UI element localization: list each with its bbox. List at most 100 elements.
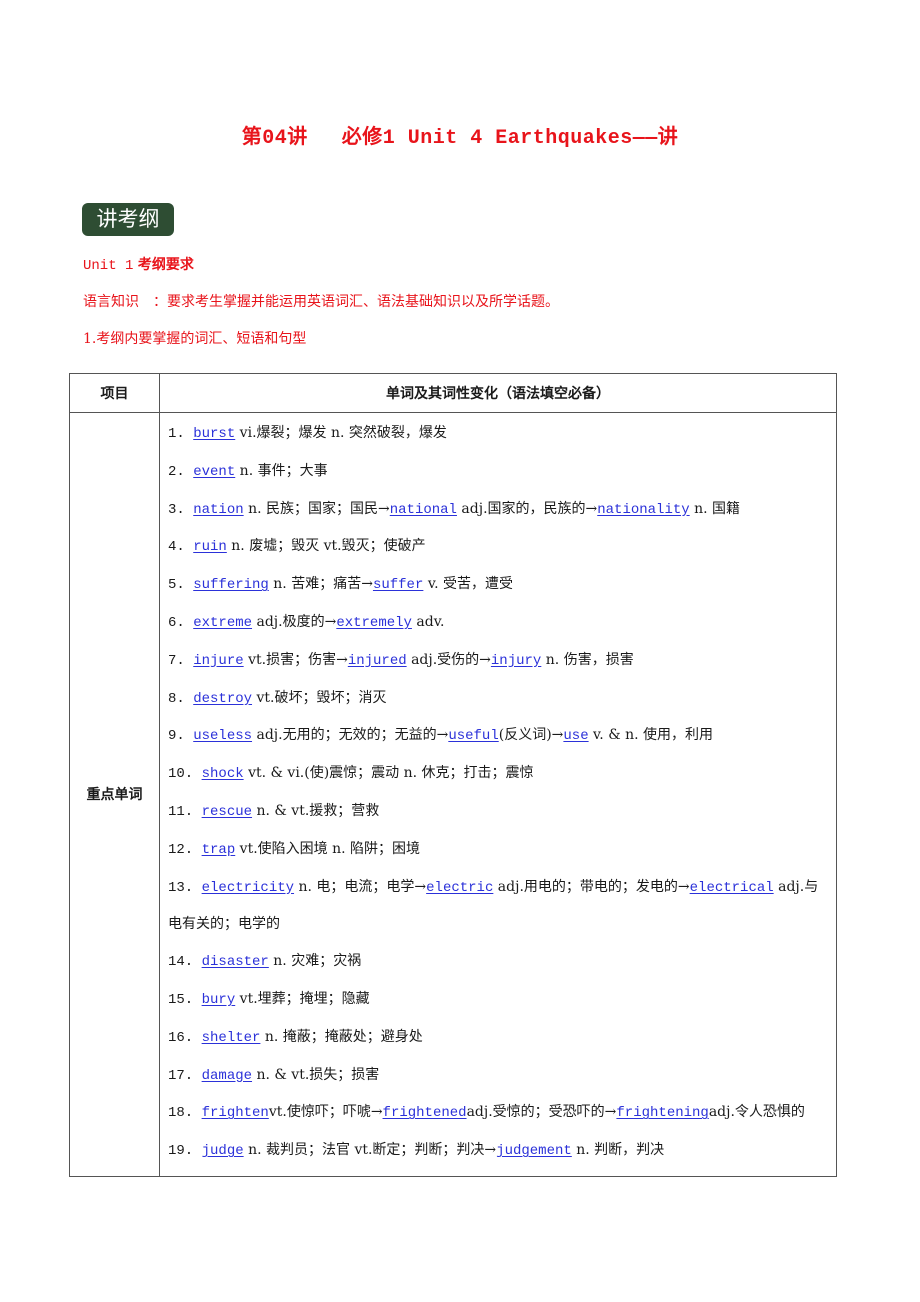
entry-number: 7. [168,652,194,669]
word-link[interactable]: suffer [373,577,423,593]
word-link[interactable]: nation [193,502,243,518]
word-link[interactable]: useless [193,728,252,744]
word-link[interactable]: injured [348,653,407,669]
document-title: 第04讲 必修1 Unit 4 Earthquakes——讲 [0,120,920,150]
word-link[interactable]: injury [491,653,541,669]
word-definition: n. 国籍 [689,500,741,517]
entry-number: 6. [168,614,194,631]
word-link[interactable]: frighten [202,1105,269,1121]
word-link[interactable]: shock [202,766,244,782]
word-link[interactable]: use [563,728,588,744]
word-definition: n. 灾难；灾祸 [268,953,362,970]
word-link[interactable]: shelter [202,1030,261,1046]
word-link[interactable]: trap [202,842,236,858]
word-definition: adv. [411,613,445,630]
word-entry: 5. suffering n. 苦难；痛苦→suffer v. 受苦，遭受 [168,566,830,604]
word-definition: v. 受苦，遭受 [423,576,513,593]
word-entry: 11. rescue n. & vt.援救；营救 [168,793,830,831]
word-entry: 19. judge n. 裁判员；法官 vt.断定；判断；判决→judgemen… [168,1132,830,1170]
word-link[interactable]: extreme [193,615,252,631]
entry-number: 19. [168,1143,202,1160]
word-link[interactable]: electrical [690,880,774,896]
header-words: 单词及其词性变化（语法填空必备） [159,373,837,413]
word-link[interactable]: judge [202,1143,244,1159]
word-entry: 9. useless adj.无用的；无效的；无益的→useful(反义词)→u… [168,717,830,755]
entry-number: 4. [168,539,194,556]
word-entry: 12. trap vt.使陷入困境 n. 陷阱；困境 [168,831,830,869]
entry-number: 11. [168,803,202,820]
entry-number: 8. [168,690,194,707]
word-link[interactable]: electricity [202,880,294,896]
word-definition: n. 裁判员；法官 vt.断定；判断；判决→ [243,1142,497,1159]
word-definition: vt.埋葬；掩埋；隐藏 [235,990,370,1007]
word-definition: n. 苦难；痛苦→ [268,576,373,593]
word-entry: 2. event n. 事件；大事 [168,453,830,491]
word-definition: (反义词)→ [498,727,564,744]
word-entry: 17. damage n. & vt.损失；损害 [168,1057,830,1095]
word-definition: n. 电；电流；电学→ [294,878,427,895]
entry-number: 9. [168,728,194,745]
word-definition: vt.破坏；毁坏；消灭 [252,689,387,706]
word-entry: 14. disaster n. 灾难；灾祸 [168,943,830,981]
entry-number: 10. [168,766,202,783]
unit-label: 考纲要求 [137,257,194,273]
entry-number: 17. [168,1067,202,1084]
word-definition: adj.受惊的；受恐吓的→ [466,1104,617,1121]
word-link[interactable]: destroy [193,691,252,707]
row-label-key-words: 重点单词 [69,412,160,1177]
entry-number: 12. [168,841,202,858]
word-link[interactable]: damage [202,1068,252,1084]
word-link[interactable]: frightened [383,1105,467,1121]
word-definition: adj.用电的；带电的；发电的→ [493,878,690,895]
word-link[interactable]: bury [202,992,236,1008]
word-entry: 1. burst vi.爆裂；爆发 n. 突然破裂，爆发 [168,415,830,453]
word-entries-cell: 1. burst vi.爆裂；爆发 n. 突然破裂，爆发 2. event n. … [159,412,837,1177]
word-link[interactable]: judgement [496,1143,572,1159]
word-link[interactable]: rescue [202,804,252,820]
lecture-number: 第04讲 [241,127,308,150]
word-entry: 16. shelter n. 掩蔽；掩蔽处；避身处 [168,1019,830,1057]
unit-heading: Unit 1 考纲要求 [83,254,194,274]
table-row: 重点单词 1. burst vi.爆裂；爆发 n. 突然破裂，爆发 2. even… [69,412,837,1177]
header-item: 项目 [69,373,160,413]
word-definition: n. 事件；大事 [235,462,328,479]
section-badge: 讲考纲 [82,203,174,236]
word-link[interactable]: disaster [202,954,269,970]
entry-number: 1. [168,426,194,442]
entry-number: 2. [168,463,194,480]
word-definition: v. & n. 使用，利用 [588,727,714,744]
word-link[interactable]: electric [426,880,493,896]
word-link[interactable]: event [193,464,235,480]
word-entry: 8. destroy vt.破坏；毁坏；消灭 [168,680,830,718]
word-definition: n. 民族；国家；国民→ [243,500,390,517]
entry-number: 16. [168,1029,202,1046]
word-link[interactable]: nationality [597,502,689,518]
word-definition: n. 废墟；毁灭 vt.毁灭；使破产 [226,538,426,555]
word-entry: 6. extreme adj.极度的→extremely adv. [168,604,830,642]
word-definition: vi.爆裂；爆发 n. 突然破裂，爆发 [235,425,447,441]
word-definition: n. 判断，判决 [571,1142,665,1159]
word-link[interactable]: useful [448,728,498,744]
entry-number: 3. [168,501,194,518]
word-link[interactable]: ruin [193,539,227,555]
word-definition: vt.使陷入困境 n. 陷阱；困境 [235,840,421,857]
word-link[interactable]: suffering [193,577,269,593]
word-definition: vt.损害；伤害→ [243,651,348,668]
entry-number: 18. [168,1105,202,1122]
word-link[interactable]: extremely [336,615,412,631]
word-definition: vt. & vi.(使)震惊；震动 n. 休克；打击；震惊 [243,765,534,782]
word-definition: adj.国家的，民族的→ [456,500,598,517]
word-link[interactable]: frightening [616,1105,708,1121]
word-definition: n. & vt.援救；营救 [252,802,380,819]
word-definition: n. 伤害，损害 [541,651,634,668]
table-header-row: 项目 单词及其词性变化（语法填空必备） [69,373,837,413]
word-entry: 13. electricity n. 电；电流；电学→electric adj.… [168,869,830,944]
word-definition: adj.令人恐惧的 [708,1104,805,1121]
vocabulary-table: 项目 单词及其词性变化（语法填空必备） 重点单词 1. burst vi.爆裂；… [69,373,837,1177]
word-entry: 7. injure vt.损害；伤害→injured adj.受伤的→injur… [168,642,830,680]
word-definition: adj.受伤的→ [406,651,491,668]
word-link[interactable]: injure [193,653,243,669]
word-definition: vt.使惊吓；吓唬→ [268,1104,383,1121]
word-link[interactable]: national [390,502,457,518]
word-link[interactable]: burst [193,426,235,442]
